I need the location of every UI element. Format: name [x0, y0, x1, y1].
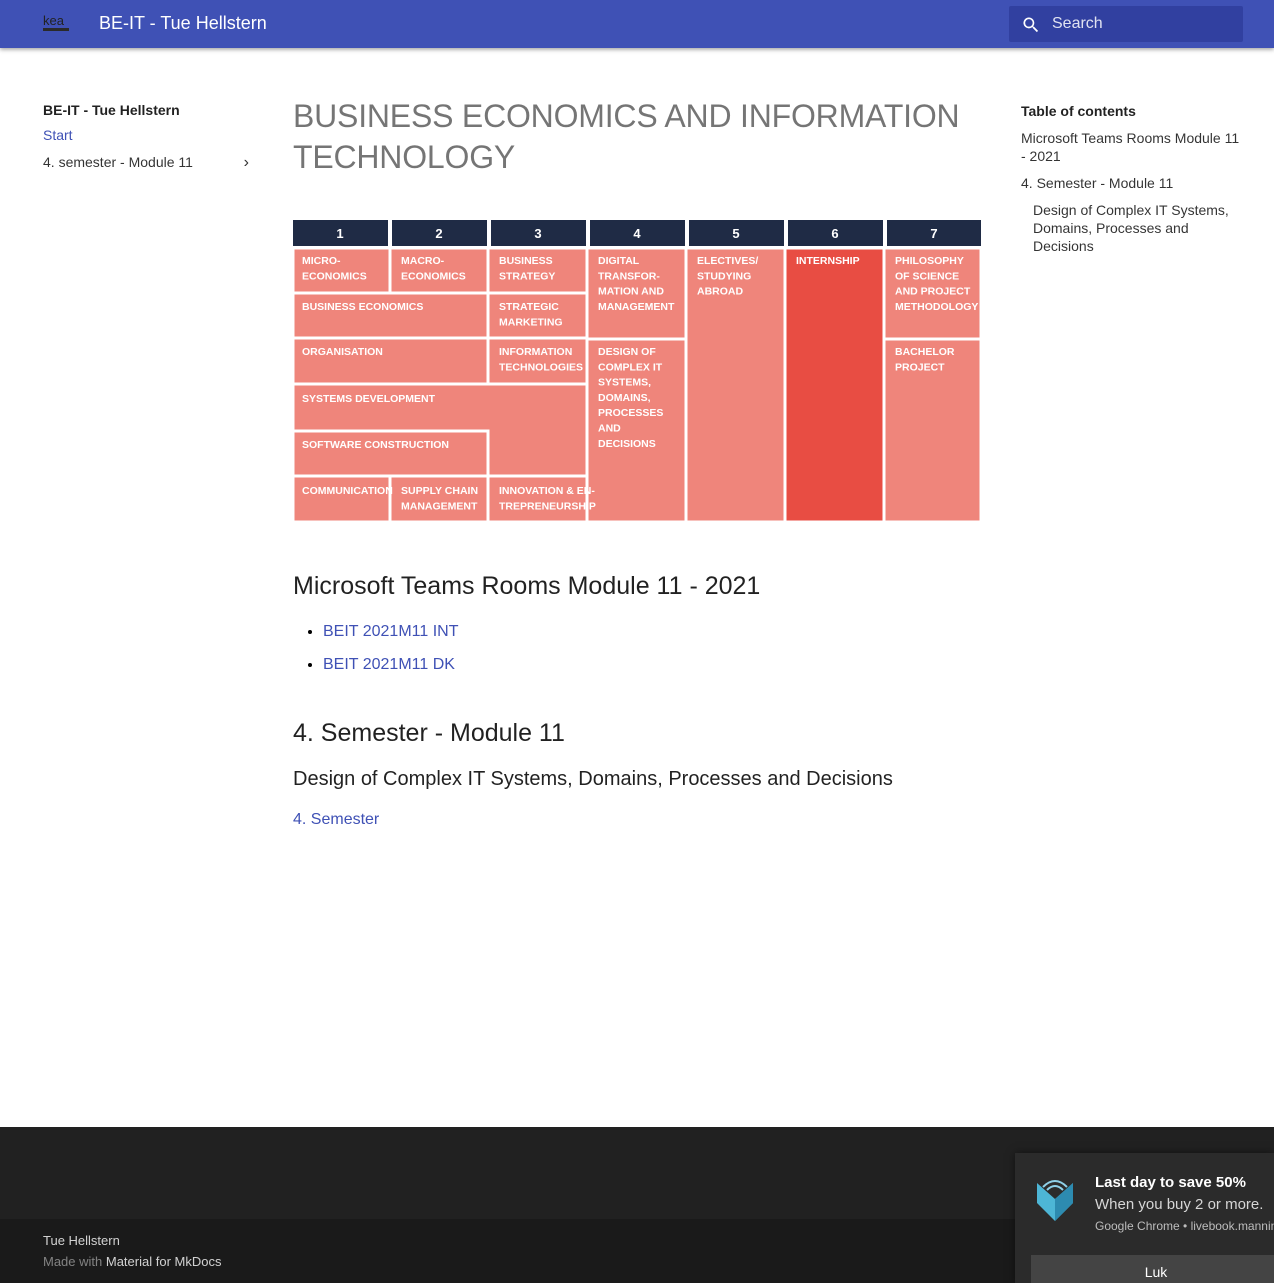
- site-title[interactable]: BE-IT - Tue Hellstern: [99, 13, 267, 34]
- semester-link[interactable]: 4. Semester: [293, 811, 379, 828]
- list-item: BEIT 2021M11 INT: [323, 615, 983, 648]
- course-label: COMMUNICATION: [302, 485, 393, 497]
- course-label: INTERNSHIP: [796, 255, 860, 267]
- curriculum-diagram: 1 2 3 4 5 6 7 MICRO-ECONOMICSMACRO-ECONO…: [293, 220, 981, 522]
- course-block: [293, 474, 392, 522]
- material-link[interactable]: Material for MkDocs: [106, 1254, 222, 1269]
- main-content: BUSINESS ECONOMICS AND INFORMATION TECHN…: [293, 96, 983, 828]
- course-block: [293, 429, 490, 478]
- logo-text: kea: [43, 13, 65, 28]
- course-label: SYSTEMS DEVELOPMENT: [302, 393, 436, 405]
- course-label: SOFTWARE CONSTRUCTION: [302, 439, 449, 451]
- search-box[interactable]: [1009, 6, 1243, 42]
- nav-item-module-11[interactable]: 4. semester - Module 11 ›: [43, 149, 253, 176]
- semester-number: 7: [930, 226, 937, 241]
- course-block: [783, 246, 886, 522]
- course-heading: Design of Complex IT Systems, Domains, P…: [293, 768, 893, 790]
- semester-number: 6: [831, 226, 838, 241]
- toc-item[interactable]: Design of Complex IT Systems, Domains, P…: [1033, 201, 1241, 255]
- course-block: [486, 474, 589, 522]
- semester-heading: 4. Semester - Module 11: [293, 719, 565, 747]
- made-with-text: Made with: [43, 1254, 103, 1269]
- nav-title: BE-IT - Tue Hellstern: [43, 102, 180, 118]
- toc-title: Table of contents: [1021, 103, 1136, 119]
- nav-item-label: 4. semester - Module 11: [43, 154, 193, 170]
- footer-made-with: Made with Material for MkDocs: [43, 1254, 221, 1269]
- table-of-contents: Table of contents Microsoft Teams Rooms …: [1021, 102, 1241, 264]
- semester-number: 3: [534, 226, 541, 241]
- course-block: [388, 474, 490, 522]
- notification-title: Last day to save 50%: [1095, 1174, 1246, 1191]
- course-label: ORGANISATION: [302, 346, 383, 358]
- teams-link-list: BEIT 2021M11 INT BEIT 2021M11 DK: [323, 615, 983, 681]
- primary-navigation: BE-IT - Tue Hellstern Start 4. semester …: [43, 102, 253, 176]
- semester-number: 2: [435, 226, 442, 241]
- course-label: BUSINESS ECONOMICS: [302, 301, 423, 313]
- footer-author: Tue Hellstern: [43, 1233, 120, 1248]
- top-header: kea BE-IT - Tue Hellstern: [0, 0, 1274, 48]
- semester-number: 1: [336, 226, 343, 241]
- semester-number: 4: [633, 226, 641, 241]
- course-block: [293, 291, 490, 340]
- search-icon: [1023, 17, 1039, 33]
- teams-heading: Microsoft Teams Rooms Module 11 - 2021: [293, 572, 761, 600]
- notification-body: When you buy 2 or more.: [1095, 1196, 1264, 1213]
- page-title: BUSINESS ECONOMICS AND INFORMATION TECHN…: [293, 98, 960, 175]
- chrome-notification: Last day to save 50% When you buy 2 or m…: [1015, 1153, 1274, 1283]
- list-item: BEIT 2021M11 DK: [323, 648, 983, 681]
- search-input[interactable]: [1052, 6, 1237, 42]
- toc-item[interactable]: 4. Semester - Module 11: [1021, 174, 1241, 192]
- notification-source: Google Chrome • livebook.manning.com: [1095, 1219, 1274, 1233]
- teams-link-int[interactable]: BEIT 2021M11 INT: [323, 623, 458, 640]
- teams-link-dk[interactable]: BEIT 2021M11 DK: [323, 656, 455, 673]
- chevron-right-icon: ›: [243, 154, 249, 171]
- semester-number: 5: [732, 226, 739, 241]
- kea-logo[interactable]: kea: [43, 12, 69, 36]
- manning-logo-icon: [1037, 1180, 1073, 1221]
- close-notification-button[interactable]: Luk: [1031, 1255, 1274, 1283]
- toc-item[interactable]: Microsoft Teams Rooms Module 11 - 2021: [1021, 129, 1241, 165]
- course-block: [293, 336, 490, 386]
- nav-item-start[interactable]: Start: [43, 122, 253, 149]
